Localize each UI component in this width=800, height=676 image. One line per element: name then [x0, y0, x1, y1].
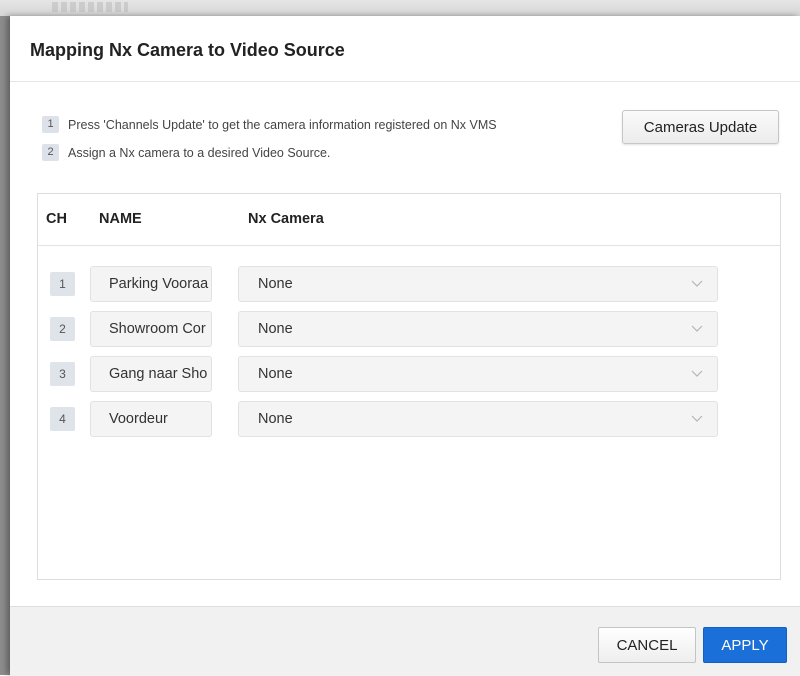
column-header-nx-camera: Nx Camera [248, 211, 324, 227]
select-value: None [258, 366, 293, 382]
select-value: None [258, 276, 293, 292]
dialog-title: Mapping Nx Camera to Video Source [30, 40, 345, 60]
chevron-down-icon [691, 370, 703, 377]
select-value: None [258, 321, 293, 337]
step-number: 1 [42, 116, 59, 133]
instruction-step-1: 1 Press 'Channels Update' to get the cam… [42, 116, 497, 133]
chevron-down-icon [691, 325, 703, 332]
title-divider [10, 81, 800, 82]
background-window-text [52, 2, 128, 12]
cancel-button[interactable]: CANCEL [598, 627, 696, 663]
nx-camera-select[interactable]: None [238, 401, 718, 437]
instruction-step-2: 2 Assign a Nx camera to a desired Video … [42, 144, 330, 161]
channel-mapping-table: CH NAME Nx Camera 1 Parking Vooraa None … [37, 193, 781, 580]
channel-number-badge: 2 [50, 317, 75, 341]
apply-button[interactable]: APPLY [703, 627, 787, 663]
nx-camera-select[interactable]: None [238, 356, 718, 392]
background-window-strip [0, 0, 800, 16]
nx-camera-select[interactable]: None [238, 266, 718, 302]
chevron-down-icon [691, 415, 703, 422]
column-header-ch: CH [46, 211, 67, 227]
select-value: None [258, 411, 293, 427]
mapping-dialog: Mapping Nx Camera to Video Source 1 Pres… [10, 16, 800, 676]
channel-name-field: Voordeur [90, 401, 212, 437]
step-number: 2 [42, 144, 59, 161]
channel-number-badge: 1 [50, 272, 75, 296]
dialog-footer: CANCEL APPLY [10, 606, 800, 676]
channel-number-badge: 4 [50, 407, 75, 431]
chevron-down-icon [691, 280, 703, 287]
nx-camera-select[interactable]: None [238, 311, 718, 347]
instruction-text: Press 'Channels Update' to get the camer… [68, 117, 497, 132]
channel-name-field: Showroom Cor [90, 311, 212, 347]
column-header-name: NAME [99, 211, 142, 227]
header-divider [38, 245, 780, 246]
background-window-edge [0, 16, 10, 675]
instruction-text: Assign a Nx camera to a desired Video So… [68, 145, 331, 160]
channel-number-badge: 3 [50, 362, 75, 386]
channel-name-field: Parking Vooraa [90, 266, 212, 302]
channel-name-field: Gang naar Sho [90, 356, 212, 392]
cameras-update-button[interactable]: Cameras Update [622, 110, 779, 144]
